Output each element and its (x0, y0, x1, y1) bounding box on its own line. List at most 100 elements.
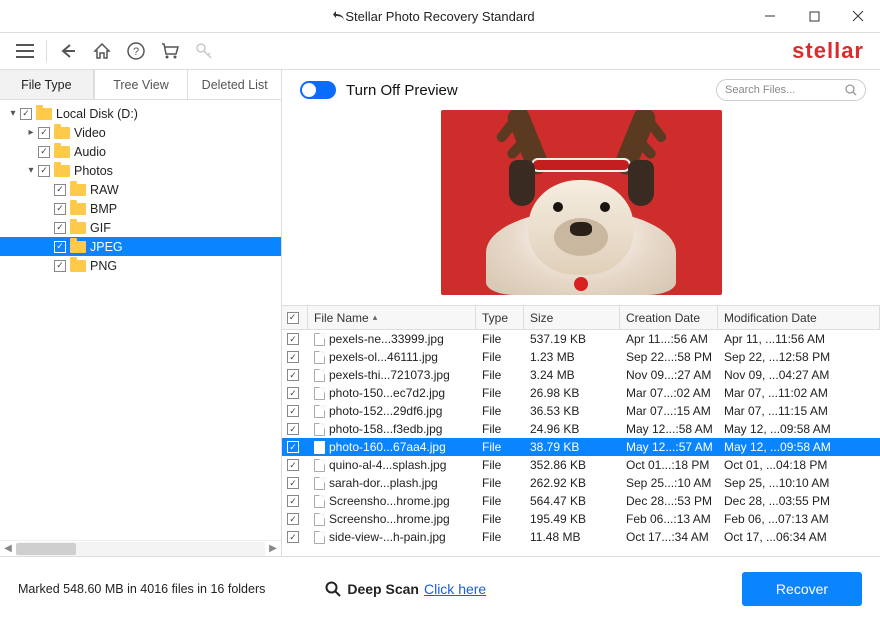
preview-image (282, 110, 880, 305)
select-all-checkbox[interactable] (287, 312, 299, 324)
table-row[interactable]: photo-158...f3edb.jpgFile24.96 KBMay 12.… (282, 420, 880, 438)
file-size: 26.98 KB (524, 386, 620, 400)
col-type[interactable]: Type (476, 306, 524, 329)
table-row[interactable]: Screensho...hrome.jpgFile564.47 KBDec 28… (282, 492, 880, 510)
deep-scan: Deep Scan Click here (325, 581, 486, 597)
file-name: Screensho...hrome.jpg (329, 494, 450, 508)
checkbox[interactable] (287, 495, 299, 507)
file-size: 3.24 MB (524, 368, 620, 382)
folder-icon (54, 127, 70, 139)
tab-tree-view[interactable]: Tree View (94, 70, 188, 99)
creation-date: Apr 11...:56 AM (620, 332, 718, 346)
tree-item-gif[interactable]: GIF (0, 218, 281, 237)
menu-button[interactable] (8, 37, 42, 65)
checkbox[interactable] (54, 241, 66, 253)
folder-icon (70, 241, 86, 253)
table-row[interactable]: pexels-thi...721073.jpgFile3.24 MBNov 09… (282, 366, 880, 384)
modification-date: Sep 22, ...12:58 PM (718, 350, 880, 364)
folder-icon (70, 222, 86, 234)
chevron-down-icon[interactable]: ▾ (24, 165, 38, 176)
table-row[interactable]: Screensho...hrome.jpgFile195.49 KBFeb 06… (282, 510, 880, 528)
file-size: 537.19 KB (524, 332, 620, 346)
cart-button[interactable] (153, 37, 187, 65)
maximize-button[interactable] (792, 0, 836, 32)
checkbox[interactable] (287, 423, 299, 435)
tree-item-video[interactable]: ▸ Video (0, 123, 281, 142)
checkbox[interactable] (54, 203, 66, 215)
checkbox[interactable] (38, 127, 50, 139)
minimize-button[interactable] (748, 0, 792, 32)
tree-label: Photos (74, 164, 113, 178)
checkbox[interactable] (20, 108, 32, 120)
home-button[interactable] (85, 37, 119, 65)
table-row[interactable]: photo-152...29df6.jpgFile36.53 KBMar 07.… (282, 402, 880, 420)
checkbox[interactable] (287, 351, 299, 363)
checkbox[interactable] (54, 260, 66, 272)
tree-item-photos[interactable]: ▾ Photos (0, 161, 281, 180)
checkbox[interactable] (287, 477, 299, 489)
chevron-down-icon[interactable]: ▾ (6, 108, 20, 119)
file-type: File (476, 476, 524, 490)
file-icon (314, 333, 325, 346)
checkbox[interactable] (287, 333, 299, 345)
file-type: File (476, 422, 524, 436)
checkbox[interactable] (38, 146, 50, 158)
table-row[interactable]: pexels-ol...46111.jpgFile1.23 MBSep 22..… (282, 348, 880, 366)
creation-date: Sep 22...:58 PM (620, 350, 718, 364)
table-body[interactable]: pexels-ne...33999.jpgFile537.19 KBApr 11… (282, 330, 880, 548)
col-creation-date[interactable]: Creation Date (620, 306, 718, 329)
checkbox[interactable] (287, 405, 299, 417)
modification-date: Feb 06, ...07:13 AM (718, 512, 880, 526)
checkbox[interactable] (287, 531, 299, 543)
chevron-right-icon[interactable]: ▸ (24, 127, 38, 138)
file-size: 564.47 KB (524, 494, 620, 508)
checkbox[interactable] (287, 513, 299, 525)
svg-text:?: ? (133, 46, 139, 58)
search-icon (845, 84, 857, 96)
tab-deleted-list[interactable]: Deleted List (187, 70, 281, 99)
col-size[interactable]: Size (524, 306, 620, 329)
col-modification-date[interactable]: Modification Date (718, 306, 880, 329)
table-row[interactable]: sarah-dor...plash.jpgFile262.92 KBSep 25… (282, 474, 880, 492)
tree-item-raw[interactable]: RAW (0, 180, 281, 199)
search-input[interactable]: Search Files... (716, 79, 866, 101)
checkbox[interactable] (287, 459, 299, 471)
tree-item-root[interactable]: ▾ Local Disk (D:) (0, 104, 281, 123)
modification-date: Mar 07, ...11:02 AM (718, 386, 880, 400)
checkbox[interactable] (54, 184, 66, 196)
tree-item-jpeg[interactable]: JPEG (0, 237, 281, 256)
checkbox[interactable] (38, 165, 50, 177)
help-button[interactable]: ? (119, 37, 153, 65)
checkbox[interactable] (287, 369, 299, 381)
table-row[interactable]: photo-150...ec7d2.jpgFile26.98 KBMar 07.… (282, 384, 880, 402)
recover-button[interactable]: Recover (742, 572, 862, 606)
tree-item-png[interactable]: PNG (0, 256, 281, 275)
back-button[interactable] (51, 37, 85, 65)
tree-label: Audio (74, 145, 106, 159)
checkbox[interactable] (54, 222, 66, 234)
col-filename[interactable]: File Name▴ (308, 306, 476, 329)
tree-item-audio[interactable]: Audio (0, 142, 281, 161)
file-type: File (476, 350, 524, 364)
modification-date: Sep 25, ...10:10 AM (718, 476, 880, 490)
window-title: Stellar Photo Recovery Standard (345, 9, 534, 24)
undo-icon[interactable] (330, 8, 346, 24)
key-icon[interactable] (187, 37, 221, 65)
tree-label: BMP (90, 202, 117, 216)
creation-date: Feb 06...:13 AM (620, 512, 718, 526)
table-row[interactable]: quino-al-4...splash.jpgFile352.86 KBOct … (282, 456, 880, 474)
tab-file-type[interactable]: File Type (0, 70, 94, 99)
tree-item-bmp[interactable]: BMP (0, 199, 281, 218)
folder-icon (54, 146, 70, 158)
deep-scan-link[interactable]: Click here (424, 581, 486, 597)
table-row[interactable]: photo-160...67aa4.jpgFile38.79 KBMay 12.… (282, 438, 880, 456)
horizontal-scrollbar[interactable]: ◀▶ (0, 540, 281, 556)
preview-toggle[interactable] (300, 81, 336, 99)
table-row[interactable]: pexels-ne...33999.jpgFile537.19 KBApr 11… (282, 330, 880, 348)
checkbox[interactable] (287, 387, 299, 399)
close-button[interactable] (836, 0, 880, 32)
checkbox[interactable] (287, 441, 299, 453)
file-name: photo-160...67aa4.jpg (329, 440, 446, 454)
file-size: 24.96 KB (524, 422, 620, 436)
table-row[interactable]: side-view-...h-pain.jpgFile11.48 MBOct 1… (282, 528, 880, 546)
